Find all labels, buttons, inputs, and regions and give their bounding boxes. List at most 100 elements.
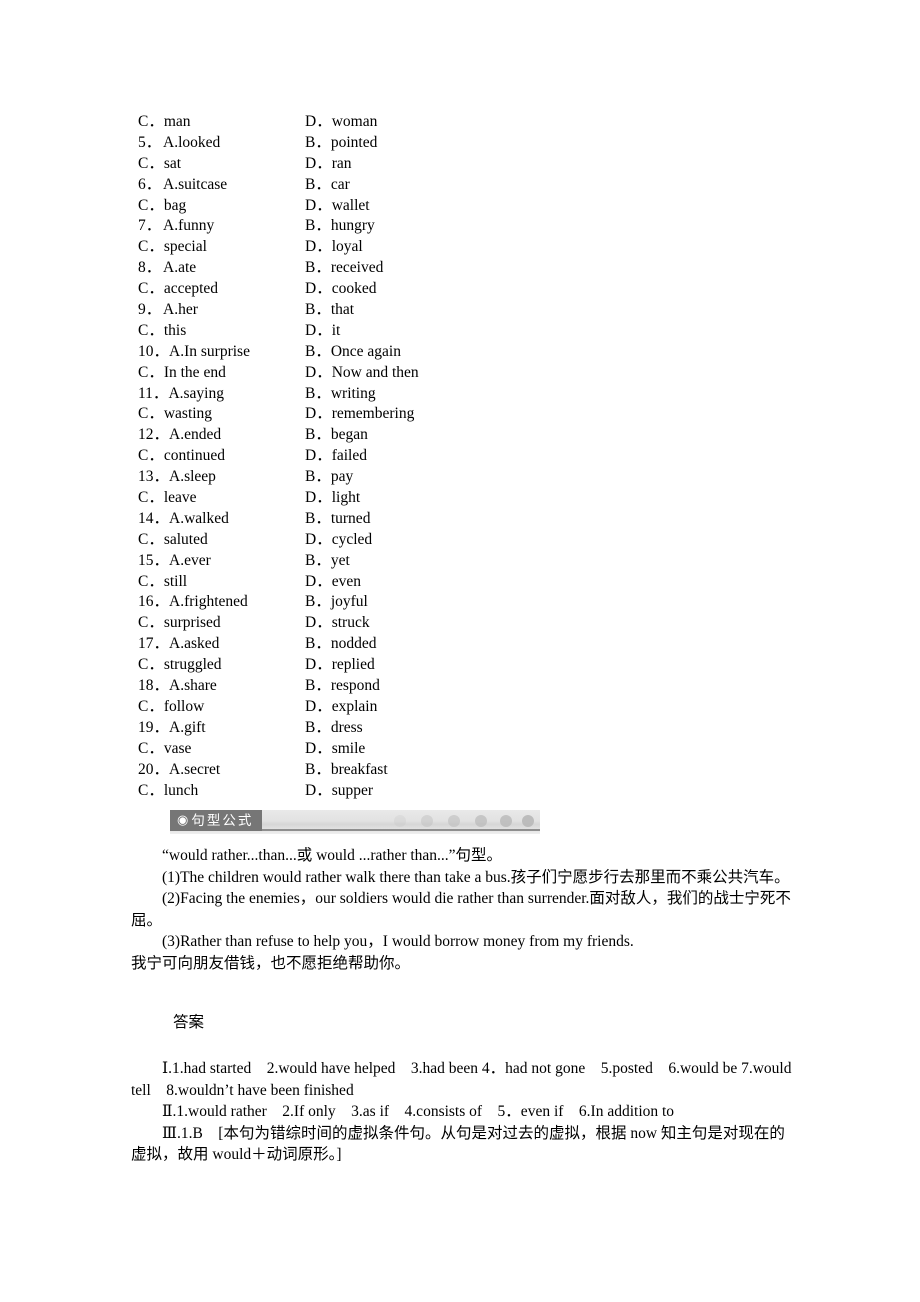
- option-choice-left[interactable]: C．follow: [138, 697, 305, 718]
- option-left-label: C．: [138, 614, 164, 632]
- option-choice-left[interactable]: 6． A.suitcase: [138, 175, 305, 196]
- option-left-label: 6．: [138, 175, 162, 193]
- bullseye-icon: ◉: [177, 813, 189, 828]
- option-choice-right[interactable]: B．Once again: [305, 342, 401, 363]
- option-choice-right[interactable]: B．began: [305, 425, 368, 446]
- option-choice-right[interactable]: B．dress: [305, 718, 363, 739]
- option-choice-left[interactable]: 13．A.sleep: [138, 467, 305, 488]
- option-choice-right[interactable]: D．smile: [305, 739, 365, 760]
- option-choice-left[interactable]: 7． A.funny: [138, 216, 305, 237]
- option-choice-left[interactable]: C．continued: [138, 446, 305, 467]
- option-left-text: A.her: [163, 301, 198, 319]
- option-right-label: D．: [305, 781, 332, 799]
- option-left-text: A.frightened: [169, 593, 248, 611]
- option-choice-right[interactable]: B．breakfast: [305, 760, 388, 781]
- option-choice-left[interactable]: 14．A.walked: [138, 509, 305, 530]
- option-right-label: D．: [305, 321, 332, 339]
- option-choice-right[interactable]: D．even: [305, 572, 361, 593]
- option-right-label: B．: [305, 509, 331, 527]
- option-right-label: B．: [305, 301, 331, 319]
- document-page: C．man D．woman 5． A.looked B．pointed C．sat D．ra…: [0, 0, 920, 1302]
- option-choice-right[interactable]: B．that: [305, 300, 354, 321]
- option-choice-right[interactable]: B．received: [305, 258, 383, 279]
- option-choice-right[interactable]: D．ran: [305, 154, 352, 175]
- option-choice-left[interactable]: 5． A.looked: [138, 133, 305, 154]
- option-choice-right[interactable]: B．yet: [305, 551, 350, 572]
- option-choice-right[interactable]: D．explain: [305, 697, 377, 718]
- option-choice-right[interactable]: D．wallet: [305, 196, 370, 217]
- option-choice-right[interactable]: D．replied: [305, 655, 375, 676]
- option-choice-left[interactable]: C．vase: [138, 739, 305, 760]
- option-right-text: dress: [330, 718, 363, 736]
- option-choice-right[interactable]: D．cycled: [305, 530, 372, 551]
- option-left-text: follow: [163, 697, 205, 715]
- option-choice-right[interactable]: D．Now and then: [305, 363, 419, 384]
- option-right-text: smile: [331, 739, 366, 757]
- section-title-text: 句型公式: [191, 813, 254, 829]
- option-choice-left[interactable]: C．sat: [138, 154, 305, 175]
- option-right-label: D．: [305, 154, 332, 172]
- option-right-text: joyful: [330, 593, 368, 611]
- option-choice-right[interactable]: B．joyful: [305, 592, 368, 613]
- option-row: 8． A.ate B．received: [138, 258, 778, 279]
- option-row: 10．A.In surprise B．Once again: [138, 342, 778, 363]
- option-right-text: that: [330, 301, 355, 319]
- option-choice-left[interactable]: 16．A.frightened: [138, 592, 305, 613]
- option-choice-left[interactable]: C．still: [138, 572, 305, 593]
- option-choice-left[interactable]: C．accepted: [138, 279, 305, 300]
- option-choice-left[interactable]: 11．A.saying: [138, 384, 305, 405]
- option-choice-right[interactable]: B．hungry: [305, 216, 375, 237]
- option-left-label: 7．: [138, 217, 162, 235]
- option-row: C．continued D．failed: [138, 446, 778, 467]
- option-choice-left[interactable]: 9． A.her: [138, 300, 305, 321]
- option-choice-left[interactable]: C．bag: [138, 196, 305, 217]
- option-choice-right[interactable]: B．writing: [305, 384, 376, 405]
- option-choice-left[interactable]: C．struggled: [138, 655, 305, 676]
- option-choice-left[interactable]: 15．A.ever: [138, 551, 305, 572]
- option-choice-left[interactable]: 20．A.secret: [138, 760, 305, 781]
- option-row: C．special D．loyal: [138, 237, 778, 258]
- option-choice-right[interactable]: D．loyal: [305, 237, 363, 258]
- option-choice-left[interactable]: 12．A.ended: [138, 425, 305, 446]
- option-right-text: cooked: [331, 280, 377, 298]
- option-choice-left[interactable]: C．special: [138, 237, 305, 258]
- option-choice-right[interactable]: D．cooked: [305, 279, 376, 300]
- option-choice-left[interactable]: 17．A.asked: [138, 634, 305, 655]
- option-choice-left[interactable]: 10．A.In surprise: [138, 342, 305, 363]
- option-choice-left[interactable]: C．saluted: [138, 530, 305, 551]
- option-choice-right[interactable]: B．nodded: [305, 634, 376, 655]
- option-choice-left[interactable]: 19．A.gift: [138, 718, 305, 739]
- option-choice-right[interactable]: B．respond: [305, 676, 380, 697]
- option-left-label: C．: [138, 530, 164, 548]
- option-left-text: continued: [163, 447, 225, 465]
- answers-block: Ⅰ.1.had started 2.would have helped 3.ha…: [131, 1058, 793, 1166]
- option-choice-left[interactable]: C．lunch: [138, 781, 305, 802]
- option-right-text: ran: [331, 154, 352, 172]
- option-row: C．wasting D．remembering: [138, 404, 778, 425]
- option-choice-left[interactable]: C．man: [138, 112, 305, 133]
- option-choice-left[interactable]: C．In the end: [138, 363, 305, 384]
- option-left-text: A.saying: [168, 384, 224, 402]
- decorative-dot: [421, 815, 433, 827]
- section-bar-dot-decoration: [394, 813, 534, 830]
- option-choice-left[interactable]: 8． A.ate: [138, 258, 305, 279]
- option-choice-left[interactable]: 18．A.share: [138, 676, 305, 697]
- option-choice-left[interactable]: C．this: [138, 321, 305, 342]
- option-choice-right[interactable]: D．remembering: [305, 404, 414, 425]
- option-choice-right[interactable]: D．struck: [305, 613, 370, 634]
- option-choice-right[interactable]: D．woman: [305, 112, 377, 133]
- option-choice-right[interactable]: B．car: [305, 175, 350, 196]
- option-choice-left[interactable]: C．wasting: [138, 404, 305, 425]
- option-choice-right[interactable]: B．pay: [305, 467, 353, 488]
- option-choice-left[interactable]: C．surprised: [138, 613, 305, 634]
- option-choice-right[interactable]: D．light: [305, 488, 360, 509]
- option-left-text: leave: [163, 489, 197, 507]
- option-choice-right[interactable]: B．pointed: [305, 133, 377, 154]
- option-choice-right[interactable]: B．turned: [305, 509, 370, 530]
- option-row: C．this D．it: [138, 321, 778, 342]
- option-choice-right[interactable]: D．it: [305, 321, 340, 342]
- option-choice-left[interactable]: C．leave: [138, 488, 305, 509]
- option-left-text: A.suitcase: [163, 175, 228, 193]
- option-choice-right[interactable]: D．supper: [305, 781, 373, 802]
- option-choice-right[interactable]: D．failed: [305, 446, 367, 467]
